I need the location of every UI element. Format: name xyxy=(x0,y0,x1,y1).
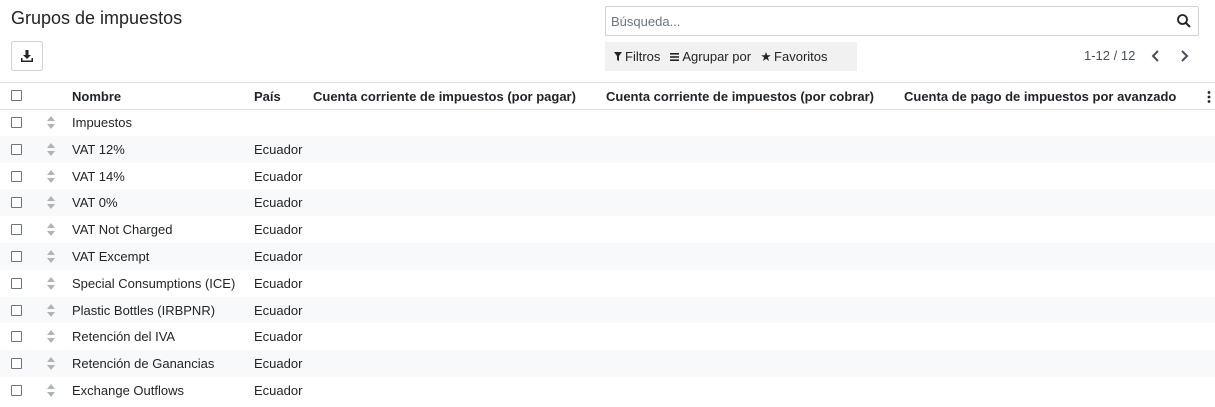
star-icon xyxy=(761,51,771,61)
row-country: Ecuador xyxy=(254,302,303,318)
table-row[interactable]: Retención del IVA Ecuador xyxy=(0,323,1215,350)
column-header-receivable[interactable]: Cuenta corriente de impuestos (por cobra… xyxy=(606,89,874,104)
row-checkbox[interactable] xyxy=(11,358,22,370)
download-icon xyxy=(21,50,33,62)
filter-bar: Filtros Agrupar por Favoritos xyxy=(605,42,857,71)
table-row[interactable]: VAT Not Charged Ecuador xyxy=(0,216,1215,243)
table-row[interactable]: VAT 0% Ecuador xyxy=(0,189,1215,217)
table-row[interactable]: VAT 12% Ecuador xyxy=(0,135,1215,163)
table-body: Impuestos VAT 12% Ecuador VAT 14% Ecuado… xyxy=(0,109,1215,404)
row-checkbox[interactable] xyxy=(11,224,22,236)
row-country: Ecuador xyxy=(254,329,303,345)
drag-handle-icon[interactable] xyxy=(47,357,55,371)
row-country: Ecuador xyxy=(254,222,303,238)
row-checkbox[interactable] xyxy=(11,304,22,316)
drag-handle-icon[interactable] xyxy=(47,116,55,129)
search-box xyxy=(605,6,1199,36)
row-name: VAT 14% xyxy=(72,168,125,184)
row-checkbox[interactable] xyxy=(11,277,22,289)
table-row[interactable]: Plastic Bottles (IRBPNR) Ecuador xyxy=(0,296,1215,324)
pager-value[interactable]: 1-12 / 12 xyxy=(1084,48,1135,63)
drag-handle-icon[interactable] xyxy=(47,330,55,344)
column-header-advance[interactable]: Cuenta de pago de impuestos por avanzado xyxy=(904,89,1176,104)
drag-handle-icon[interactable] xyxy=(47,223,55,237)
page-title: Grupos de impuestos xyxy=(11,8,183,28)
drag-handle-icon[interactable] xyxy=(47,169,55,183)
funnel-icon xyxy=(614,52,622,61)
favorites-button[interactable]: Favoritos xyxy=(761,49,828,64)
row-name: VAT Not Charged xyxy=(72,222,173,238)
drag-handle-icon[interactable] xyxy=(47,303,55,317)
chevron-left-icon[interactable] xyxy=(1150,49,1162,63)
row-name: Exchange Outflows xyxy=(72,382,185,398)
table-row[interactable]: Special Consumptions (ICE) Ecuador xyxy=(0,270,1215,297)
drag-handle-icon[interactable] xyxy=(47,276,55,290)
favorites-label: Favoritos xyxy=(774,49,828,64)
search-input[interactable] xyxy=(606,7,1166,35)
list-icon xyxy=(670,52,680,61)
row-country: Ecuador xyxy=(254,382,303,398)
row-name: Special Consumptions (ICE) xyxy=(72,275,236,291)
row-country: Ecuador xyxy=(254,248,303,264)
row-checkbox[interactable] xyxy=(11,331,22,343)
drag-handle-icon[interactable] xyxy=(47,142,55,156)
row-country: Ecuador xyxy=(254,275,303,291)
row-country: Ecuador xyxy=(254,141,303,157)
row-name: Retención de Ganancias xyxy=(72,356,215,372)
drag-handle-icon[interactable] xyxy=(47,249,55,263)
row-name: VAT Excempt xyxy=(72,248,150,264)
table-row[interactable]: Exchange Outflows Ecuador xyxy=(0,377,1215,404)
table-row[interactable]: Impuestos xyxy=(0,109,1215,136)
group-by-label: Agrupar por xyxy=(682,49,752,64)
column-header-country[interactable]: País xyxy=(254,89,281,104)
chevron-right-icon[interactable] xyxy=(1178,49,1190,63)
row-name: Plastic Bottles (IRBPNR) xyxy=(72,302,216,318)
row-checkbox[interactable] xyxy=(11,250,22,262)
optional-columns-icon[interactable] xyxy=(1206,90,1212,104)
table-row[interactable]: VAT Excempt Ecuador xyxy=(0,242,1215,270)
column-header-name[interactable]: Nombre xyxy=(72,89,121,104)
table-row[interactable]: Retención de Ganancias Ecuador xyxy=(0,350,1215,377)
group-by-button[interactable]: Agrupar por xyxy=(670,49,751,64)
row-checkbox[interactable] xyxy=(11,170,22,182)
filters-label: Filtros xyxy=(625,49,661,64)
row-checkbox[interactable] xyxy=(11,143,22,155)
row-name: Impuestos xyxy=(72,115,132,130)
table-header: Nombre País Cuenta corriente de impuesto… xyxy=(0,83,1215,109)
row-checkbox[interactable] xyxy=(11,384,22,396)
select-all-checkbox[interactable] xyxy=(11,90,22,101)
row-checkbox[interactable] xyxy=(11,117,22,128)
search-icon[interactable] xyxy=(1176,13,1192,29)
row-country: Ecuador xyxy=(254,356,303,372)
row-country: Ecuador xyxy=(254,168,303,184)
row-name: VAT 12% xyxy=(72,141,125,157)
row-country: Ecuador xyxy=(254,195,303,211)
drag-handle-icon[interactable] xyxy=(47,383,55,397)
column-header-payable[interactable]: Cuenta corriente de impuestos (por pagar… xyxy=(313,89,576,104)
row-checkbox[interactable] xyxy=(11,197,22,209)
row-name: Retención del IVA xyxy=(72,329,176,345)
row-name: VAT 0% xyxy=(72,195,118,211)
table-row[interactable]: VAT 14% Ecuador xyxy=(0,163,1215,190)
drag-handle-icon[interactable] xyxy=(47,196,55,210)
download-button[interactable] xyxy=(11,41,43,71)
filters-button[interactable]: Filtros xyxy=(614,49,660,64)
